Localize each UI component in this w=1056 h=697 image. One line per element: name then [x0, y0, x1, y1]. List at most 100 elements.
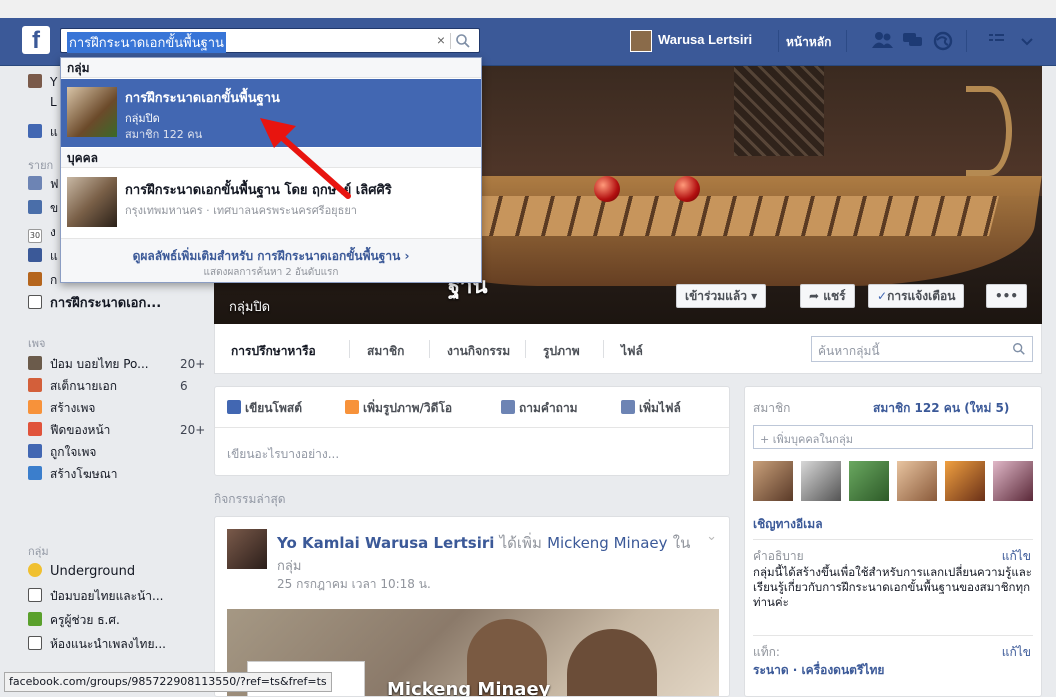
- member-avatar[interactable]: [897, 461, 937, 501]
- sidebar-page-item[interactable]: สเต็กนายเอก 6: [28, 376, 188, 396]
- notifications-globe-icon[interactable]: [932, 31, 954, 51]
- write-post-button[interactable]: เขียนโพสต์: [227, 399, 302, 418]
- notifications-button[interactable]: ✓การแจ้งเตือน: [868, 284, 965, 308]
- page-avatar-icon: [28, 378, 42, 392]
- add-file-button[interactable]: เพิ่มไฟล์: [621, 399, 681, 418]
- group-icon: [28, 636, 42, 650]
- panel-divider: [753, 635, 1033, 636]
- clear-search-icon[interactable]: ×: [437, 32, 445, 48]
- post-target-link[interactable]: Mickeng Minaey: [547, 534, 667, 552]
- tab-members[interactable]: สมาชิก: [367, 342, 404, 361]
- profile-name-link[interactable]: Warusa Lertsiri: [658, 32, 752, 47]
- post-author-avatar[interactable]: [227, 529, 267, 569]
- search-icon[interactable]: [455, 33, 471, 49]
- tab-separator: [349, 340, 350, 358]
- search-input-value[interactable]: การฝึกระนาดเอกขั้นพื้นฐาน: [67, 32, 226, 53]
- sidebar-initial-2: L: [50, 95, 57, 109]
- sidebar-edit-profile[interactable]: แ: [28, 122, 58, 142]
- post-composer: เขียนโพสต์ เพิ่มรูปภาพ/วิดีโอ ถามคำถาม เ…: [214, 386, 730, 476]
- sidebar-section-pages: เพจ: [28, 337, 46, 350]
- member-avatar[interactable]: [993, 461, 1033, 501]
- sidebar-item-label: ข: [50, 201, 59, 215]
- see-more-results-label: ดูผลลัพธ์เพิ่มเติมสำหรับ การฝึกระนาดเอกข…: [132, 249, 410, 263]
- sidebar-edit-label: แ: [50, 125, 58, 139]
- description-label: คำอธิบาย: [753, 549, 804, 563]
- post-options-chevron-icon[interactable]: ⌄: [706, 529, 717, 544]
- messages-icon[interactable]: [902, 31, 924, 51]
- member-avatar[interactable]: [849, 461, 889, 501]
- tags-value[interactable]: ระนาด · เครื่องดนตรีไทย: [753, 661, 884, 680]
- member-avatar[interactable]: [945, 461, 985, 501]
- composer-divider: [215, 427, 729, 428]
- joined-button[interactable]: เข้าร่วมแล้ว ▾: [676, 284, 767, 308]
- search-icon[interactable]: [1012, 342, 1026, 356]
- ask-question-button[interactable]: ถามคำถาม: [501, 399, 578, 418]
- dropdown-groups-header: กลุ่ม: [61, 58, 481, 78]
- tab-events[interactable]: งานกิจกรรม: [447, 342, 510, 361]
- sidebar-item-count: 20+: [180, 357, 206, 371]
- person-result-location: กรุงเทพมหานคร · เทศบาลนครพระนครศรีอยุธยา: [125, 204, 357, 217]
- facebook-logo-icon[interactable]: f: [22, 26, 50, 54]
- tab-photos[interactable]: รูปภาพ: [543, 342, 580, 361]
- sidebar-group-item[interactable]: Underground: [28, 562, 135, 582]
- privacy-shortcuts-icon[interactable]: [986, 31, 1008, 51]
- member-avatar[interactable]: [753, 461, 793, 501]
- edit-tags-link[interactable]: แก้ไข: [1002, 643, 1031, 662]
- write-post-label: เขียนโพสต์: [245, 401, 303, 415]
- share-button[interactable]: ➦ แชร์: [800, 284, 855, 308]
- sidebar-pages-feed[interactable]: ฟีดของหน้า 20+: [28, 420, 205, 440]
- more-options-button[interactable]: •••: [986, 284, 1028, 308]
- sidebar-item-saved[interactable]: แ: [28, 246, 58, 266]
- pages-feed-icon: [28, 422, 42, 436]
- sidebar-item-group-shortcut[interactable]: การฝึกระนาดเอก...: [28, 294, 161, 314]
- members-count-link[interactable]: สมาชิก 122 คน (ใหม่ 5): [873, 399, 1009, 418]
- photo-icon: [345, 400, 359, 414]
- friend-requests-icon[interactable]: [872, 31, 894, 51]
- mallet-head: [674, 176, 700, 202]
- pencil-icon: [227, 400, 241, 414]
- group-search-input[interactable]: ค้นหากลุ่มนี้: [811, 336, 1033, 362]
- add-member-input[interactable]: + เพิ่มบุคคลในกลุ่ม: [753, 425, 1033, 449]
- sidebar-item-label: สร้างโฆษณา: [50, 467, 118, 481]
- messages-sidebar-icon: [28, 200, 42, 214]
- tab-files[interactable]: ไฟล์: [621, 342, 643, 361]
- invite-email-link[interactable]: เชิญทางอีเมล: [753, 515, 823, 534]
- sidebar-item-messages[interactable]: ข: [28, 198, 58, 218]
- sidebar-section-favorites: รายก: [28, 159, 54, 172]
- sidebar-profile-row[interactable]: Y: [28, 72, 57, 92]
- edit-description-link[interactable]: แก้ไข: [1002, 547, 1031, 566]
- question-icon: [501, 400, 515, 414]
- account-settings-chevron-icon[interactable]: [1016, 31, 1038, 51]
- sidebar-profile-row-2: L: [50, 92, 57, 112]
- post-timestamp[interactable]: 25 กรกฎาคม เวลา 10:18 น.: [277, 575, 431, 594]
- post-group-text: กลุ่ม: [277, 559, 302, 574]
- sidebar-item-newsfeed[interactable]: ฟ: [28, 174, 59, 194]
- composer-input[interactable]: เขียนอะไรบางอย่าง...: [227, 445, 339, 464]
- create-ad-icon: [28, 466, 42, 480]
- sidebar-item-photos[interactable]: ก: [28, 270, 57, 290]
- sidebar-create-ad[interactable]: สร้างโฆษณา: [28, 464, 118, 484]
- tags-label: แท็ก:: [753, 645, 780, 659]
- tab-discussion[interactable]: การปรึกษาหารือ: [231, 342, 316, 361]
- sidebar-item-count: 20+: [180, 423, 206, 437]
- nav-separator: [778, 30, 779, 52]
- sidebar-page-item[interactable]: ป๋อม บอยไทย Po... 20+: [28, 354, 205, 374]
- home-link[interactable]: หน้าหลัก: [786, 33, 831, 52]
- sidebar-group-item[interactable]: ครูผู้ช่วย ธ.ศ.: [28, 610, 120, 630]
- see-more-results-link[interactable]: ดูผลลัพธ์เพิ่มเติมสำหรับ การฝึกระนาดเอกข…: [61, 238, 481, 282]
- group-avatar-icon: [28, 563, 42, 577]
- add-photo-label: เพิ่มรูปภาพ/วิดีโอ: [363, 401, 453, 415]
- member-avatar[interactable]: [801, 461, 841, 501]
- post-author-link[interactable]: Yo Kamlai Warusa Lertsiri: [277, 534, 494, 552]
- profile-avatar[interactable]: [630, 30, 652, 52]
- sidebar-item-label: ก: [50, 273, 58, 287]
- sidebar-like-pages[interactable]: ถูกใจเพจ: [28, 442, 96, 462]
- sidebar-create-page[interactable]: สร้างเพจ: [28, 398, 95, 418]
- cover-decor: [734, 66, 824, 156]
- sidebar-item-events[interactable]: 30 ง: [28, 222, 56, 243]
- sidebar-group-item[interactable]: ป๋อมบอยไทยและน้า...: [28, 586, 163, 606]
- add-photo-button[interactable]: เพิ่มรูปภาพ/วิดีโอ: [345, 399, 452, 418]
- check-icon: ✓: [877, 289, 888, 303]
- sidebar-group-item[interactable]: ห้องแนะนำเพลงไทย...: [28, 634, 166, 654]
- search-input[interactable]: การฝึกระนาดเอกขั้นพื้นฐาน ×: [60, 28, 480, 53]
